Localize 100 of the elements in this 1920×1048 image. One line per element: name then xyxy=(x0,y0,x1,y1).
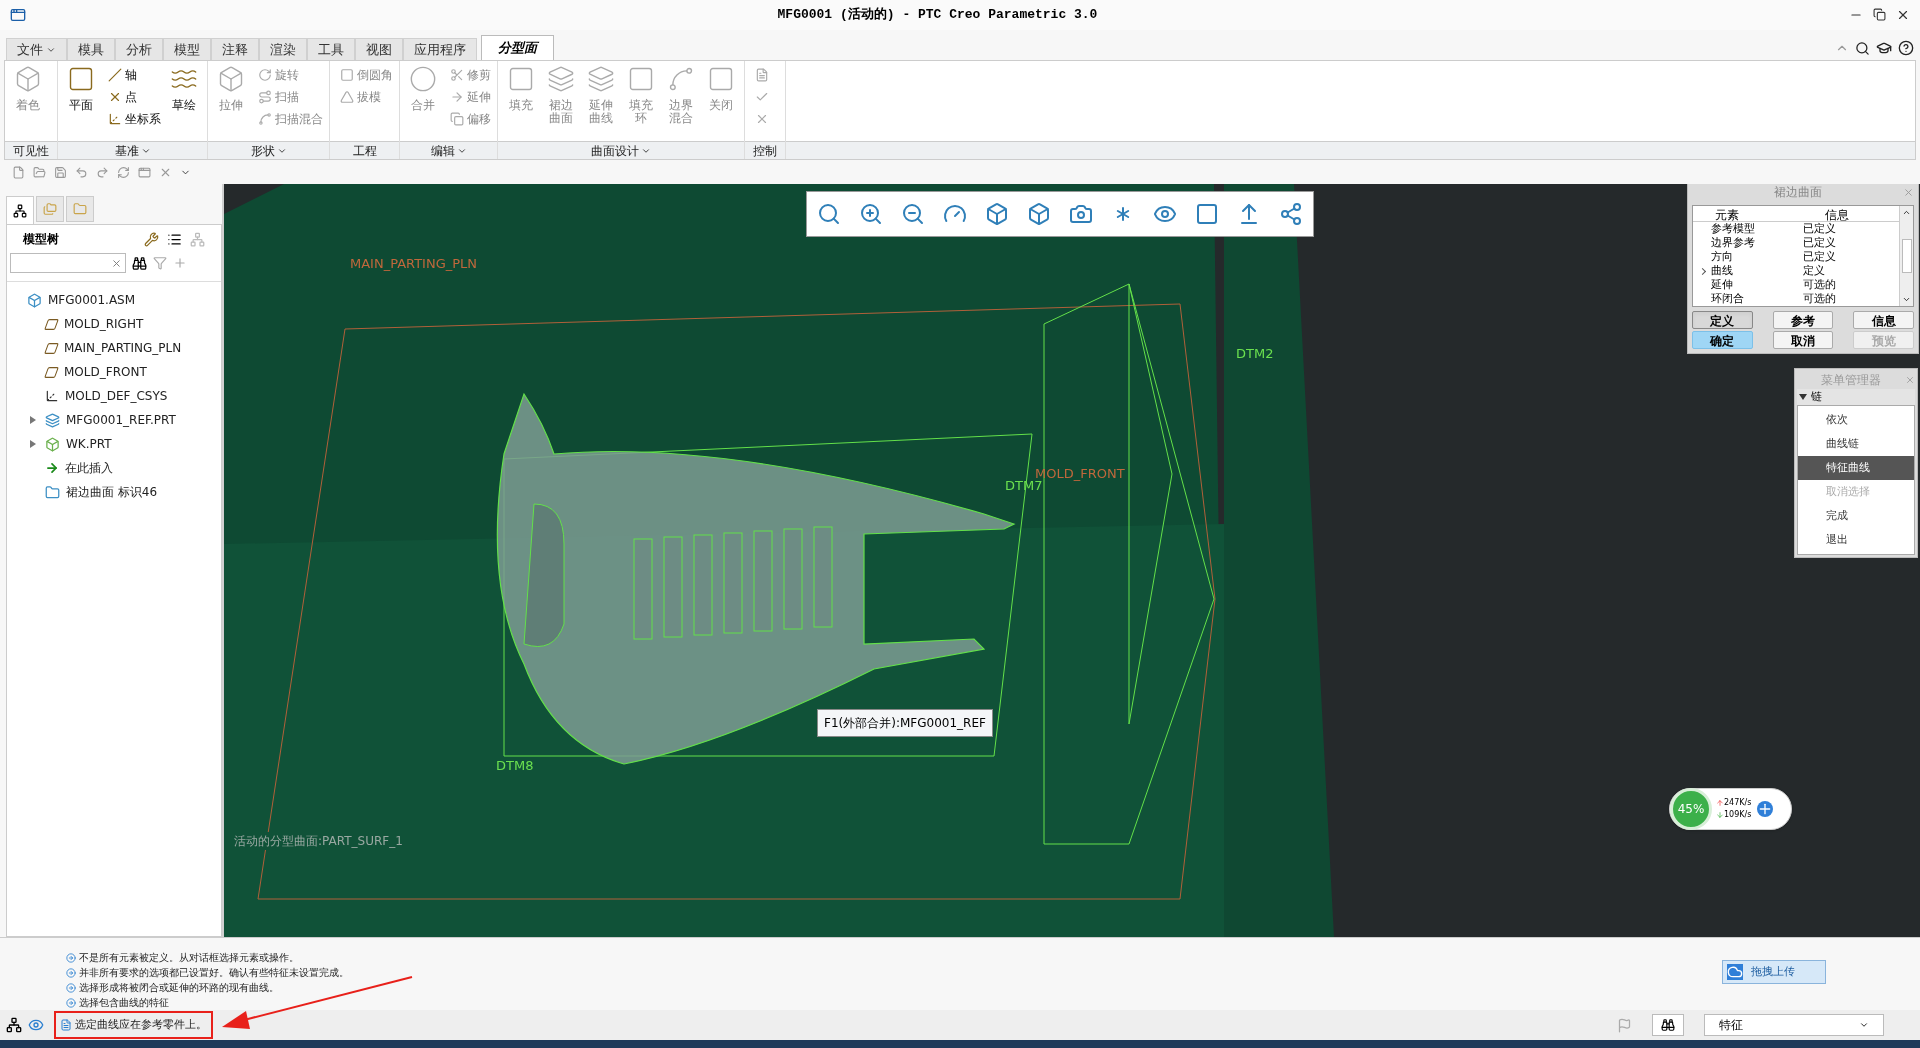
cube-icon xyxy=(1027,202,1051,226)
search-icon[interactable] xyxy=(1855,40,1870,56)
open-folder-icon[interactable] xyxy=(33,165,46,179)
menu-section-header[interactable]: 链 xyxy=(1797,389,1915,405)
fill-square-icon xyxy=(507,65,535,93)
scroll-down-icon[interactable] xyxy=(1902,295,1911,304)
menu-tab[interactable]: 应用程序 xyxy=(403,38,477,60)
element-row[interactable]: 方向 已定义 xyxy=(1693,250,1899,264)
find-button[interactable] xyxy=(1652,1014,1684,1036)
upload-speed: 247K/s xyxy=(1716,797,1752,809)
tree-item[interactable]: 裙边曲面 标识46 xyxy=(66,483,158,501)
scrollbar[interactable] xyxy=(1899,206,1913,306)
new-file-icon[interactable] xyxy=(12,165,25,179)
menu-tab[interactable]: 工具 xyxy=(307,38,355,60)
layers-icon xyxy=(587,65,615,93)
tree-item[interactable]: 在此插入 xyxy=(65,459,113,477)
menu-tab[interactable]: 模型 xyxy=(163,38,211,60)
tree-toggle-icon[interactable] xyxy=(6,1017,22,1033)
ribbon-group-label[interactable]: 基准 xyxy=(58,141,207,159)
ribbon-group-label[interactable]: 编辑 xyxy=(400,141,497,159)
window-title: MFG0001 (活动的) - PTC Creo Parametric 3.0 xyxy=(777,6,1098,25)
ribbon-group-label[interactable]: 曲面设计 xyxy=(498,141,744,159)
list-icon[interactable] xyxy=(167,231,182,247)
restore-icon[interactable] xyxy=(1873,8,1886,21)
menu-item[interactable]: 曲线链 xyxy=(1798,432,1914,456)
filter-dropdown[interactable]: 特征 xyxy=(1704,1014,1884,1036)
expand-arrow-icon[interactable] xyxy=(30,440,36,448)
dialog-button[interactable]: 确定 xyxy=(1692,331,1753,349)
tree-item[interactable]: MOLD_DEF_CSYS xyxy=(65,387,168,405)
plane-icon xyxy=(42,317,61,331)
dialog-button[interactable]: 取消 xyxy=(1772,331,1834,349)
menu-item[interactable]: 依次 xyxy=(1798,408,1914,432)
menu-tab[interactable]: 分析 xyxy=(115,38,163,60)
save-icon[interactable] xyxy=(54,165,67,179)
binoculars-icon xyxy=(1661,1018,1675,1032)
redo-icon[interactable] xyxy=(96,165,109,179)
tree-item[interactable]: MOLD_RIGHT xyxy=(64,315,144,333)
windows-icon[interactable] xyxy=(138,165,151,179)
cloud-icon xyxy=(1727,964,1743,980)
ribbon-button[interactable]: 坐标系 xyxy=(108,109,161,129)
browser-toggle-icon[interactable] xyxy=(28,1017,44,1033)
ribbon-group-label[interactable]: 工程 xyxy=(330,141,399,159)
folders-icon xyxy=(43,202,57,216)
scroll-up-icon[interactable] xyxy=(1902,208,1911,217)
down-arrow-icon xyxy=(1716,811,1724,819)
tree-item[interactable]: MOLD_FRONT xyxy=(64,363,147,381)
element-row[interactable]: 延伸 可选的 xyxy=(1693,278,1899,292)
menu-tab[interactable]: 模具 xyxy=(67,38,115,60)
binoculars-icon[interactable] xyxy=(132,255,147,271)
add-icon[interactable] xyxy=(1757,801,1774,817)
ribbon-button[interactable]: 草绘 xyxy=(167,65,201,112)
search-field[interactable] xyxy=(10,253,126,273)
expand-arrow-icon[interactable] xyxy=(30,416,36,424)
menu-tab[interactable]: 渲染 xyxy=(259,38,307,60)
square-icon xyxy=(627,65,655,93)
element-row[interactable]: 环闭合 可选的 xyxy=(1693,292,1899,306)
panel-title: 模型树 xyxy=(23,231,60,248)
menu-item[interactable]: 特征曲线 xyxy=(1798,456,1914,480)
menu-tab[interactable]: 视图 xyxy=(355,38,403,60)
menu-item[interactable]: 完成 xyxy=(1798,504,1914,528)
ribbon-group-label[interactable]: 可见性 xyxy=(5,141,57,159)
upload-button[interactable]: 拖拽上传 xyxy=(1722,960,1826,984)
menu-tab[interactable]: 文件 xyxy=(6,38,67,60)
element-row[interactable]: 曲线 定义 xyxy=(1693,264,1899,278)
clear-icon[interactable] xyxy=(111,257,122,269)
spline-icon xyxy=(258,112,272,126)
datum-label: DTM8 xyxy=(496,757,534,775)
element-row[interactable]: 边界参考 已定义 xyxy=(1693,236,1899,250)
model-tree-tab[interactable] xyxy=(6,196,34,224)
undo-icon[interactable] xyxy=(75,165,88,179)
check-icon xyxy=(755,90,769,104)
wrench-icon[interactable] xyxy=(144,231,159,247)
dialog-button[interactable]: 参考 xyxy=(1772,311,1834,329)
ribbon-button[interactable]: 平面 xyxy=(64,65,98,112)
message-text: 并非所有要求的选项都已设置好。确认有些特征未设置完成。 xyxy=(79,966,349,980)
element-row[interactable]: 参考模型 已定义 xyxy=(1693,222,1899,236)
block-icon xyxy=(45,436,60,452)
tree-item[interactable]: MFG0001.ASM xyxy=(48,291,136,309)
learning-icon[interactable] xyxy=(1876,40,1892,56)
menu-tab[interactable]: 分型面 xyxy=(481,35,554,60)
dialog-title: 裙边曲面 xyxy=(1772,184,1823,201)
help-icon[interactable] xyxy=(1898,40,1914,56)
close-icon[interactable] xyxy=(1896,8,1910,22)
surface-status-text: 活动的分型曲面:PART_SURF_1 xyxy=(232,832,405,850)
cross-icon xyxy=(755,112,769,126)
ribbon-group-label[interactable]: 形状 xyxy=(208,141,329,159)
tree-item[interactable]: MFG0001_REF.PRT xyxy=(66,411,176,429)
point-cross-icon xyxy=(108,90,122,104)
dialog-button[interactable]: 定义 xyxy=(1692,311,1753,329)
filter-icon[interactable] xyxy=(153,256,167,270)
download-speed: 109K/s xyxy=(1716,809,1752,821)
ribbon-button[interactable]: 轴 xyxy=(108,65,161,85)
menu-item[interactable]: 退出 xyxy=(1798,528,1914,552)
ribbon-group-label[interactable]: 控制 xyxy=(745,141,785,159)
regenerate-icon[interactable] xyxy=(117,165,130,179)
menu-tab[interactable]: 注释 xyxy=(211,38,259,60)
ribbon-button[interactable]: 点 xyxy=(108,87,161,107)
tree-item[interactable]: MAIN_PARTING_PLN xyxy=(64,339,182,357)
dialog-button[interactable]: 信息 xyxy=(1853,311,1914,329)
tree-item[interactable]: WK.PRT xyxy=(66,435,112,453)
